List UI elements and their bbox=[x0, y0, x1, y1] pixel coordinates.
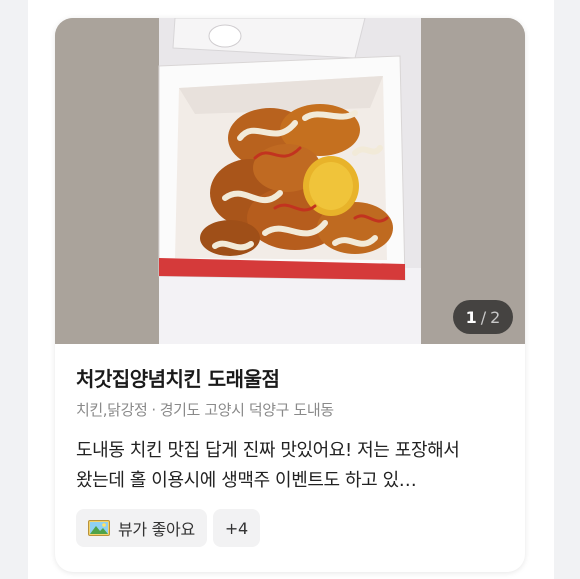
place-categories: 치킨,닭강정 bbox=[76, 401, 148, 419]
pager-total: 2 bbox=[490, 307, 501, 327]
pager-separator: / bbox=[480, 307, 487, 327]
food-photo bbox=[55, 18, 525, 344]
tag-keyword-label: 뷰가 좋아요 bbox=[118, 520, 195, 539]
photo-pager: 1 / 2 bbox=[453, 300, 513, 334]
place-info: 처갓집양념치킨 도래울점 치킨,닭강정 · 경기도 고양시 덕양구 도내동 도내동 … bbox=[76, 364, 507, 496]
meta-separator: · bbox=[151, 401, 156, 419]
pager-current: 1 bbox=[465, 307, 477, 327]
landscape-picture-icon bbox=[88, 520, 110, 536]
review-text[interactable]: 도내동 치킨 맛집 답게 진짜 맛있어요! 저는 포장해서 왔는데 홀 이용시에… bbox=[76, 436, 504, 496]
place-review-card[interactable]: 1 / 2 처갓집양념치킨 도래울점 치킨,닭강정 · 경기도 고양시 덕양구 도내… bbox=[55, 18, 525, 572]
place-meta: 치킨,닭강정 · 경기도 고양시 덕양구 도내동 bbox=[76, 400, 507, 420]
tag-keyword[interactable]: 뷰가 좋아요 bbox=[76, 509, 207, 547]
place-name[interactable]: 처갓집양념치킨 도래울점 bbox=[76, 364, 507, 394]
place-location: 경기도 고양시 덕양구 도내동 bbox=[159, 401, 334, 419]
photo-carousel[interactable]: 1 / 2 bbox=[55, 18, 525, 344]
keyword-tags: 뷰가 좋아요 +4 bbox=[76, 509, 260, 547]
tag-more-button[interactable]: +4 bbox=[212, 509, 260, 547]
